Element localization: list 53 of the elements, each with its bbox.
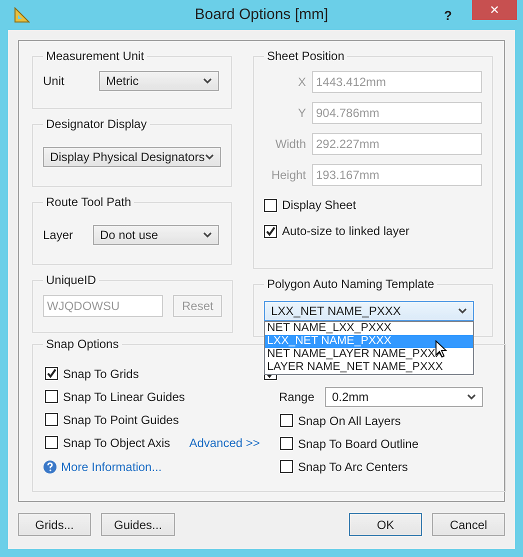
dialog-button[interactable]: Guides... [101,513,176,536]
group-title: Measurement Unit [45,49,146,63]
advanced-link[interactable]: Advanced >> [189,436,260,450]
ruler-triangle-icon [14,7,30,23]
field-label: Width [274,137,306,151]
group-title: Route Tool Path [45,195,132,209]
dropdown-option[interactable]: NET NAME_LXX_PXXX [265,322,473,335]
checkbox-label: Snap To Linear Guides [63,390,185,404]
template-dropdown[interactable]: LXX_NET NAME_PXXX [264,301,474,321]
group-title: Polygon Auto Naming Template [266,277,436,291]
checkbox-label: Display Sheet [282,198,356,212]
unit-dropdown[interactable]: Metric [99,71,219,91]
close-button[interactable]: ✕ [472,0,517,20]
field-label: Unit [43,74,66,88]
field-label: X [296,75,306,89]
checkbox[interactable] [45,367,58,380]
dialog-button[interactable]: Cancel [432,513,505,536]
field-label: Layer [43,228,74,242]
field-label: Y [296,106,306,120]
layer-dropdown[interactable]: Do not use [93,225,219,245]
checkbox-label: Snap To Point Guides [63,412,179,426]
chevron-icon [467,394,476,400]
checkbox-label: Snap To Grids [63,366,139,380]
field-label: Height [270,168,306,182]
checkbox[interactable] [280,460,293,473]
chevron-icon [203,232,212,238]
help-icon [43,460,57,474]
dialog-button[interactable]: OK [349,513,422,536]
group-title: UniqueID [45,273,98,287]
checkbox[interactable] [45,390,58,403]
more-information-link[interactable]: More Information... [61,460,162,474]
range-dropdown[interactable]: 0.2mm [325,387,483,407]
dropdown-option[interactable]: LAYER NAME_NET NAME_PXXX [265,361,473,374]
checkbox-label: Snap To Object Axis [63,436,170,450]
checkbox-label: Snap To Arc Centers [298,460,408,474]
checkbox-label: Auto-size to linked layer [282,224,410,238]
group-title: Sheet Position [266,49,346,63]
checkbox[interactable] [280,414,293,427]
checkbox[interactable] [45,413,58,426]
window-title: Board Options [mm] [194,6,328,23]
chevron-icon [203,78,212,84]
checkbox-label: Snap On All Layers [298,414,401,428]
help-button[interactable]: ? [444,8,452,22]
group-title: Snap Options [45,337,120,351]
chevron-icon [458,308,467,314]
checkbox[interactable] [280,437,293,450]
chevron-icon [205,154,214,160]
checkbox[interactable] [45,436,58,449]
field-label: Range [279,390,316,404]
checkbox-label: Snap To Board Outline [298,436,419,450]
group-title: Designator Display [45,117,148,131]
dialog-button[interactable]: Grids... [18,513,91,536]
designator-dropdown[interactable]: Display Physical Designators [43,147,221,167]
